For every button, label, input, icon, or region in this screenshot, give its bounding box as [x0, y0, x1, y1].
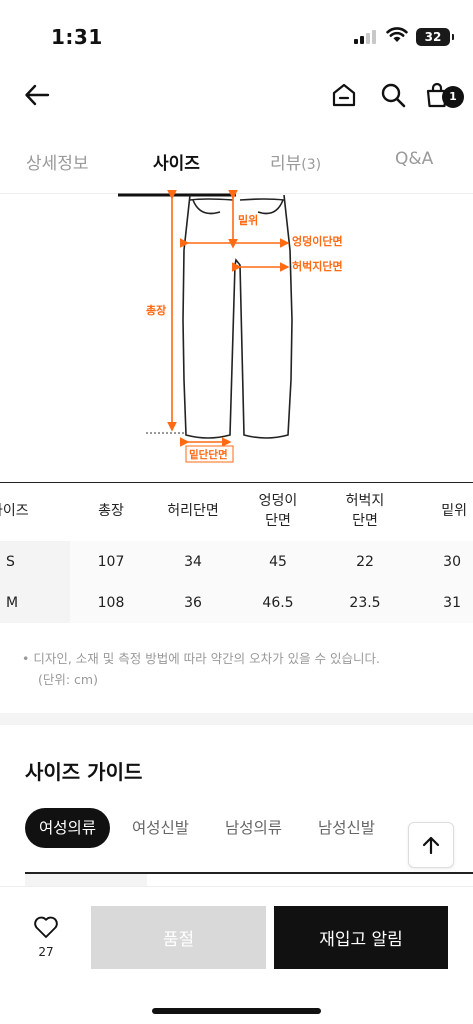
unit-note: (단위: cm) [38, 672, 98, 688]
header-waist: 허리단면 [167, 503, 219, 520]
cell-hip: 45 [234, 541, 322, 582]
status-bar: 1:31 32 [0, 0, 473, 62]
length-label: 총장 [146, 303, 166, 317]
cell-thigh: 22 [322, 541, 408, 582]
measurement-note: • 디자인, 소재 및 측정 방법에 따라 약간의 오차가 있을 수 있습니다.… [22, 648, 462, 691]
header-hip: 엉덩이 단면 [258, 493, 298, 529]
hip-label: 엉덩이단면 [292, 234, 343, 248]
cell-waist: 36 [152, 582, 234, 623]
arrow-up-icon [422, 836, 440, 855]
hem-label: 밑단단면 [189, 448, 228, 461]
cell-rise: 30 [408, 541, 473, 582]
header-size: 사이즈 [0, 503, 29, 520]
wifi-icon [386, 27, 408, 42]
tab-review[interactable]: 리뷰(3) [270, 149, 321, 174]
search-icon[interactable] [378, 80, 408, 110]
chip-mens-clothing[interactable]: 남성의류 [225, 808, 282, 848]
cell-waist: 34 [152, 541, 234, 582]
size-guide-table [25, 872, 473, 888]
table-row: M 108 36 46.5 23.5 31 [0, 582, 473, 623]
like-count: 27 [38, 945, 54, 959]
product-tabs: 상세정보 사이즈 리뷰(3) Q&A [0, 140, 473, 194]
tab-qna[interactable]: Q&A [395, 149, 433, 169]
restock-alert-button[interactable]: 재입고 알림 [274, 906, 448, 969]
note-line: • 디자인, 소재 및 측정 방법에 따라 약간의 오차가 있을 수 있습니다. [22, 651, 381, 666]
header-rise: 밑위 [441, 503, 467, 520]
top-navigation: 1 [0, 70, 473, 122]
back-arrow-icon[interactable] [22, 80, 52, 110]
rise-label: 밑위 [238, 214, 258, 227]
cell-thigh: 23.5 [322, 582, 408, 623]
bottom-action-bar: 27 품절 재입고 알림 [0, 886, 473, 1024]
chip-womens-clothing[interactable]: 여성의류 [25, 808, 111, 848]
pants-outline [182, 194, 293, 439]
cellular-signal-icon [354, 30, 376, 44]
cell-length: 107 [70, 541, 152, 582]
battery-indicator: 32 [416, 28, 454, 46]
size-table: 사이즈 총장 허리단면 엉덩이 단면 허벅지 단면 밑위 S 107 34 45… [0, 482, 473, 623]
like-button[interactable]: 27 [28, 915, 64, 959]
row-size: S [0, 541, 70, 582]
cell-length: 108 [70, 582, 152, 623]
cell-rise: 31 [408, 582, 473, 623]
row-size: M [0, 582, 70, 623]
scroll-to-top-button[interactable] [408, 822, 454, 868]
chip-womens-shoes[interactable]: 여성신발 [132, 808, 189, 848]
header-thigh: 허벅지 단면 [345, 493, 385, 529]
tab-size[interactable]: 사이즈 [153, 149, 200, 174]
pants-size-diagram: 밑위 엉덩이단면 허벅지단면 총장 밑단단면 [118, 190, 343, 463]
review-count: (3) [301, 157, 322, 173]
header-length: 총장 [98, 503, 124, 520]
shopping-bag-icon[interactable]: 1 [422, 80, 464, 110]
thigh-label: 허벅지단면 [292, 259, 343, 273]
soldout-button[interactable]: 품절 [91, 906, 266, 969]
heart-icon [34, 916, 58, 938]
tab-detail[interactable]: 상세정보 [26, 149, 89, 174]
home-indicator [152, 1008, 321, 1014]
cart-count-badge: 1 [442, 86, 464, 108]
table-header-row: 사이즈 총장 허리단면 엉덩이 단면 허벅지 단면 밑위 [0, 483, 473, 541]
status-time: 1:31 [51, 25, 103, 49]
size-guide-title: 사이즈 가이드 [25, 760, 143, 784]
cell-hip: 46.5 [234, 582, 322, 623]
home-icon[interactable] [329, 80, 359, 110]
chip-mens-shoes[interactable]: 남성신발 [318, 808, 375, 848]
section-divider [0, 713, 473, 725]
table-row: S 107 34 45 22 30 [0, 541, 473, 582]
